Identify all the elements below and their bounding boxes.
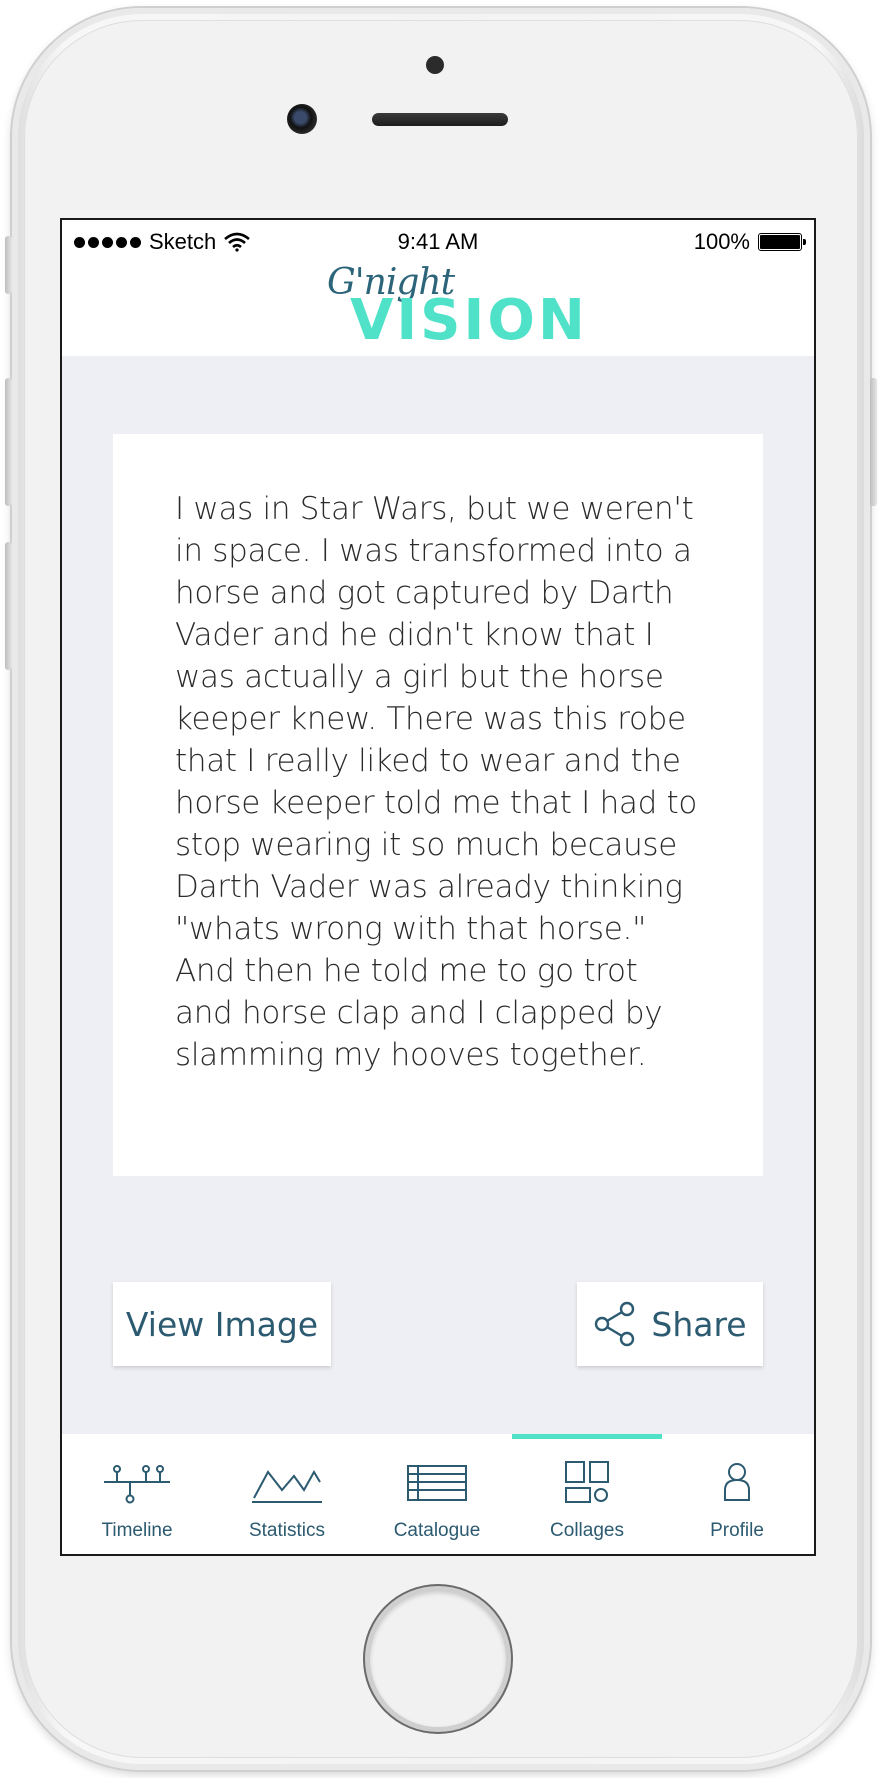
screen: Sketch 9:41 AM 100% G'night VISION I was… — [60, 218, 816, 1556]
tab-timeline[interactable]: Timeline — [62, 1460, 212, 1550]
volume-down-button — [5, 542, 12, 670]
status-right: 100% — [693, 229, 806, 255]
tab-bar: Timeline Statistics Catalogue Collages P… — [62, 1434, 814, 1554]
active-tab-indicator — [512, 1434, 662, 1439]
tab-label: Catalogue — [393, 1520, 481, 1541]
proximity-sensor — [426, 56, 444, 74]
battery-icon — [758, 233, 806, 251]
earpiece-speaker — [372, 113, 508, 126]
tab-statistics[interactable]: Statistics — [212, 1460, 362, 1550]
mute-switch — [5, 236, 12, 294]
tab-label: Profile — [710, 1520, 764, 1541]
dream-card: I was in Star Wars, but we weren't in sp… — [113, 434, 763, 1176]
share-label: Share — [651, 1304, 747, 1344]
view-image-button[interactable]: View Image — [113, 1282, 331, 1366]
timeline-icon — [104, 1465, 170, 1504]
status-bar: Sketch 9:41 AM 100% — [62, 220, 814, 260]
front-camera — [287, 104, 317, 134]
tab-collages[interactable]: Collages — [512, 1460, 662, 1550]
tab-label: Statistics — [248, 1520, 326, 1541]
catalogue-icon — [407, 1465, 467, 1501]
profile-icon — [724, 1463, 750, 1501]
logo-main-text: VISION — [350, 288, 588, 353]
share-icon — [595, 1301, 635, 1347]
dream-text: I was in Star Wars, but we weren't in sp… — [175, 491, 698, 1073]
power-button — [870, 378, 877, 506]
app-header: G'night VISION — [62, 260, 814, 356]
collages-icon — [565, 1461, 609, 1503]
battery-percent: 100% — [693, 229, 750, 254]
volume-up-button — [5, 378, 12, 506]
statistics-icon — [252, 1470, 322, 1503]
tab-label: Timeline — [101, 1520, 173, 1541]
home-button[interactable] — [370, 1591, 506, 1727]
share-button[interactable]: Share — [577, 1282, 763, 1366]
tab-catalogue[interactable]: Catalogue — [362, 1460, 512, 1550]
view-image-label: View Image — [125, 1304, 319, 1344]
tab-label: Collages — [550, 1520, 624, 1541]
tab-profile[interactable]: Profile — [662, 1460, 812, 1550]
